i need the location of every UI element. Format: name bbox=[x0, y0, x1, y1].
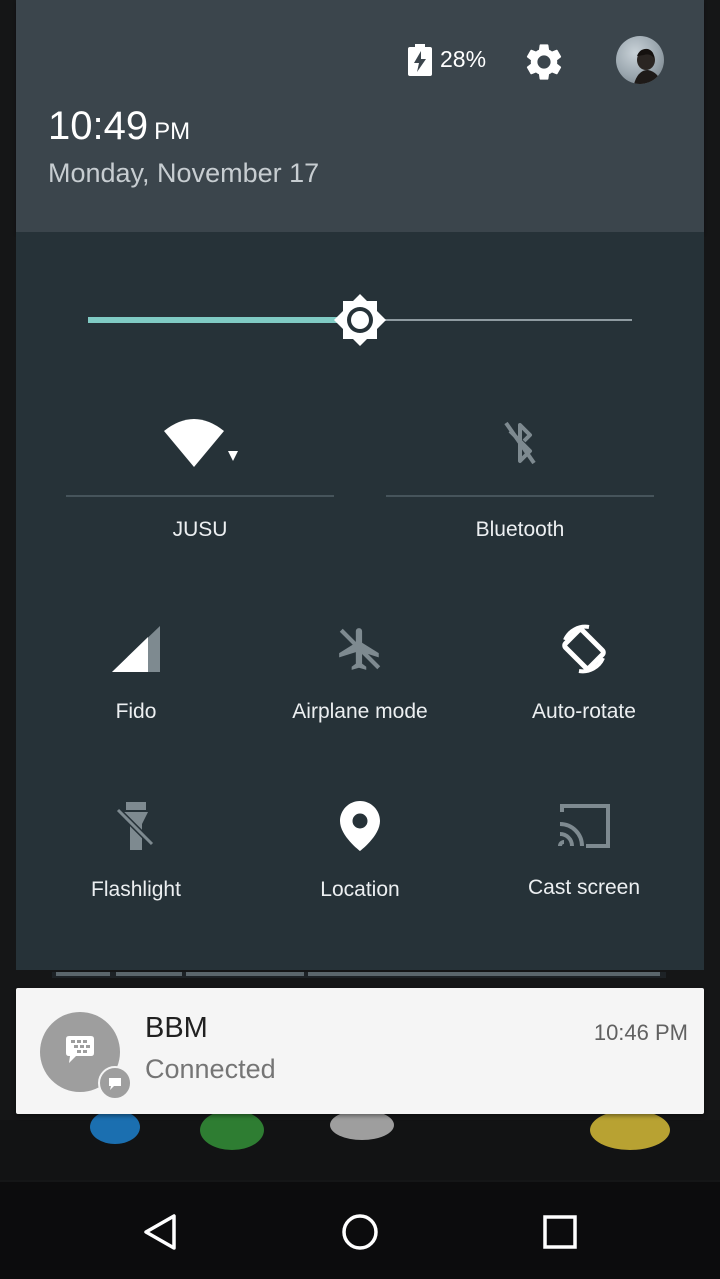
airplane-icon bbox=[339, 628, 381, 670]
auto-rotate-label: Auto-rotate bbox=[532, 700, 636, 723]
background-app-icon bbox=[590, 1110, 670, 1150]
date[interactable]: Monday, November 17 bbox=[48, 158, 319, 189]
back-icon[interactable] bbox=[138, 1210, 182, 1254]
background-app-icon bbox=[90, 1110, 140, 1144]
tile-bluetooth[interactable] bbox=[386, 417, 654, 469]
background-app-icon bbox=[200, 1110, 264, 1150]
screen: 28% 10:49 PM Monday, November 17 JUSU Bl… bbox=[0, 0, 720, 1279]
tile-cast[interactable]: Cast screen bbox=[474, 800, 694, 900]
panel-edge-segment bbox=[186, 972, 304, 976]
brightness-fill bbox=[88, 317, 360, 323]
tile-auto-rotate[interactable]: Auto-rotate bbox=[474, 624, 694, 724]
airplane-label: Airplane mode bbox=[292, 700, 428, 723]
notification-time: 10:46 PM bbox=[593, 1020, 688, 1045]
clock-time: 10:49 bbox=[48, 104, 149, 148]
tile-flashlight[interactable]: Flashlight bbox=[26, 800, 246, 902]
tile-bluetooth-label-area[interactable]: Bluetooth bbox=[386, 518, 654, 542]
flashlight-off-icon bbox=[114, 802, 157, 850]
tile-airplane[interactable]: Airplane mode bbox=[250, 624, 470, 724]
tile-wifi[interactable] bbox=[66, 415, 334, 471]
cellular-label: Fido bbox=[115, 700, 157, 723]
wifi-icon bbox=[164, 419, 238, 467]
home-icon[interactable] bbox=[338, 1210, 382, 1254]
recents-icon[interactable] bbox=[538, 1210, 582, 1254]
wifi-divider bbox=[66, 495, 334, 497]
navigation-bar bbox=[0, 1182, 720, 1279]
notification-text: Connected bbox=[145, 1054, 276, 1084]
clock: 10:49 PM bbox=[48, 104, 190, 149]
bluetooth-label: Bluetooth bbox=[475, 518, 565, 541]
tile-wifi-label-area[interactable]: JUSU bbox=[66, 518, 334, 542]
tile-cellular[interactable]: Fido bbox=[26, 624, 246, 724]
panel-edge-segment bbox=[116, 972, 182, 976]
bbm-badge-icon bbox=[98, 1066, 132, 1100]
cast-label: Cast screen bbox=[527, 876, 641, 899]
quick-settings-panel: JUSU Bluetooth Fido Airplane mode Auto-r… bbox=[16, 232, 704, 970]
background-app-icon bbox=[330, 1110, 394, 1140]
user-avatar[interactable] bbox=[616, 36, 664, 84]
location-pin-icon bbox=[340, 801, 380, 851]
brightness-thumb-icon[interactable] bbox=[334, 294, 386, 346]
bluetooth-off-icon bbox=[504, 421, 536, 465]
battery-charging-icon bbox=[408, 44, 432, 76]
cast-icon bbox=[558, 804, 610, 848]
status-header: 28% 10:49 PM Monday, November 17 bbox=[16, 0, 704, 232]
signal-icon bbox=[112, 626, 160, 672]
notification-bbm[interactable]: BBM Connected 10:46 PM bbox=[16, 988, 704, 1114]
panel-edge-segment bbox=[308, 972, 660, 976]
auto-rotate-icon bbox=[562, 624, 606, 674]
gear-icon[interactable] bbox=[522, 40, 566, 84]
flashlight-label: Flashlight bbox=[91, 878, 181, 901]
tile-location[interactable]: Location bbox=[250, 800, 470, 902]
wifi-label: JUSU bbox=[172, 518, 228, 541]
location-label: Location bbox=[320, 878, 400, 901]
battery-percent: 28% bbox=[440, 46, 487, 72]
notification-title: BBM bbox=[145, 1012, 208, 1044]
clock-ampm: PM bbox=[154, 118, 191, 145]
panel-edge-segment bbox=[56, 972, 110, 976]
bluetooth-divider bbox=[386, 495, 654, 497]
